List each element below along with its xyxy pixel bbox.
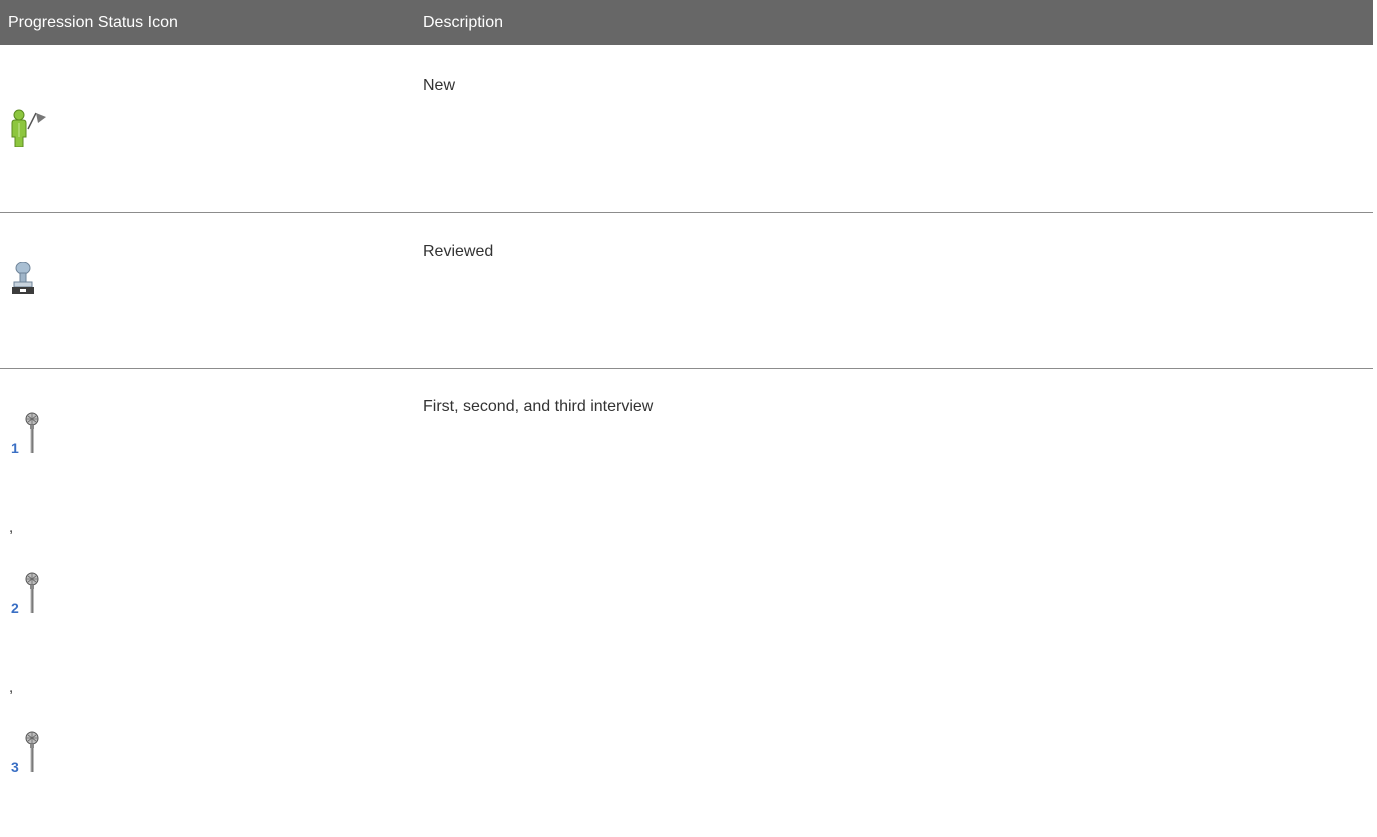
progression-status-table: Progression Status Icon Description New (0, 0, 1373, 837)
description-new: New (423, 77, 456, 94)
table-header-row: Progression Status Icon Description (0, 0, 1373, 45)
stamp-icon (12, 262, 34, 294)
interview-2-microphone-icon: 2 (11, 572, 39, 615)
interview-1-microphone-icon: 1 (11, 412, 39, 455)
separator-comma-1: , (9, 519, 14, 536)
interview-number-1: 1 (11, 440, 19, 455)
interview-3-microphone-icon: 3 (11, 731, 39, 774)
table-row-reviewed: Reviewed (0, 213, 1373, 369)
table-row-new: New (0, 45, 1373, 213)
person-flag-icon (11, 109, 46, 147)
description-reviewed: Reviewed (423, 243, 494, 260)
header-progression-status-icon: Progression Status Icon (8, 14, 178, 31)
interview-number-2: 2 (11, 600, 19, 615)
interview-number-3: 3 (11, 759, 19, 774)
header-description: Description (423, 14, 504, 31)
separator-comma-2: , (9, 679, 14, 696)
description-interviews: First, second, and third interview (423, 398, 654, 415)
table-row-interviews: 1 , 2 , 3 First, second, and third inter… (0, 369, 1373, 837)
